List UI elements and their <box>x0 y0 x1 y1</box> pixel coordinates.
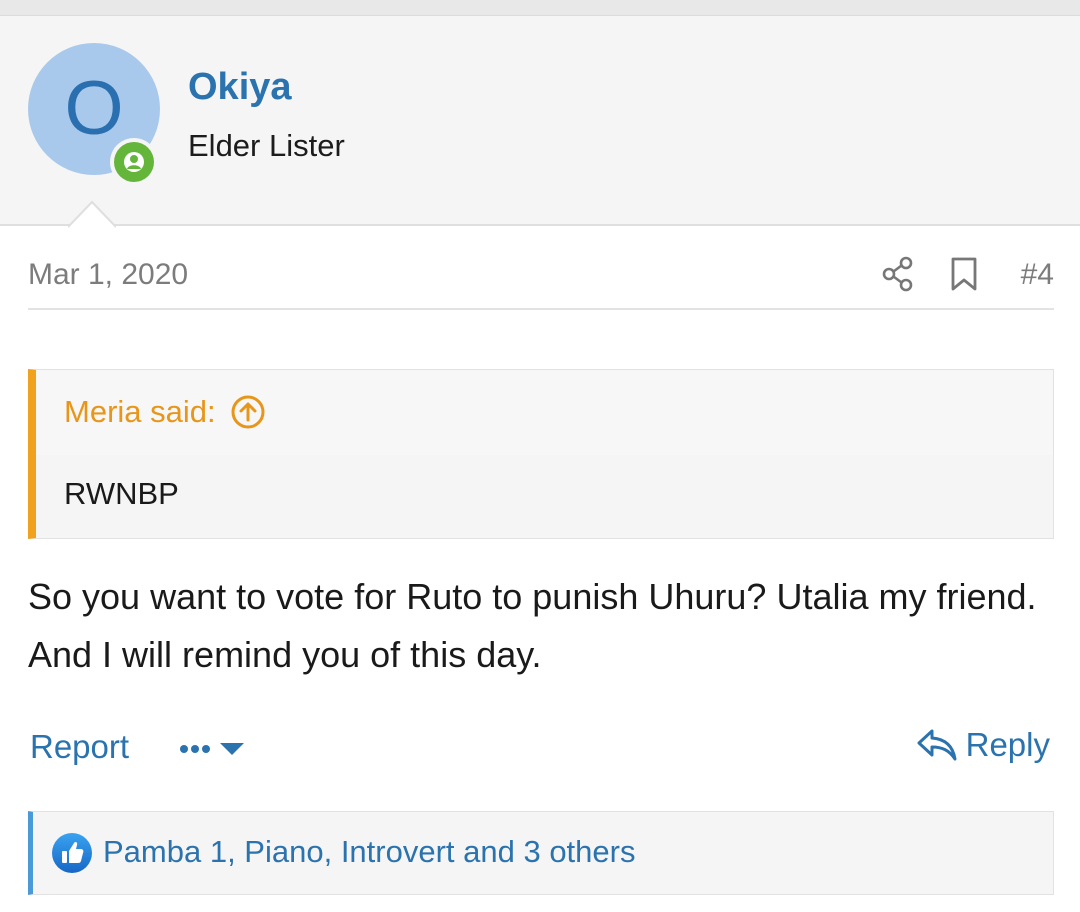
post-date[interactable]: Mar 1, 2020 <box>28 258 188 292</box>
quote-block: Meria said: RWNBP <box>28 369 1054 539</box>
reply-button[interactable]: Reply <box>916 726 1050 764</box>
user-title: Elder Lister <box>188 128 345 163</box>
reply-label: Reply <box>965 726 1050 763</box>
post-user-header: O Okiya Elder Lister <box>0 16 1080 226</box>
reaction-list-link[interactable]: Pamba 1, Piano, Introvert and 3 others <box>103 834 635 870</box>
bookmark-icon[interactable] <box>950 256 978 292</box>
more-options-menu[interactable] <box>178 734 248 764</box>
top-strip <box>0 0 1080 16</box>
header-pointer <box>68 200 116 228</box>
report-link[interactable]: Report <box>30 728 129 766</box>
quote-author-label: Meria said: <box>64 394 216 429</box>
like-icon <box>52 833 92 873</box>
post-number-link[interactable]: #4 <box>1021 258 1054 292</box>
arrow-up-circle-icon[interactable] <box>230 394 266 430</box>
username-link[interactable]: Okiya <box>188 66 292 109</box>
reply-icon <box>917 729 957 761</box>
quote-text: RWNBP <box>64 476 179 511</box>
avatar-initial: O <box>64 66 124 151</box>
share-icon[interactable] <box>882 256 914 292</box>
quote-author-link[interactable]: Meria said: <box>64 394 266 430</box>
online-status-icon <box>110 138 158 186</box>
reactions-bar: Pamba 1, Piano, Introvert and 3 others <box>28 811 1054 895</box>
post-body-text: So you want to vote for Ruto to punish U… <box>28 576 1037 675</box>
post-meta-row: Mar 1, 2020 #4 <box>28 250 1054 310</box>
